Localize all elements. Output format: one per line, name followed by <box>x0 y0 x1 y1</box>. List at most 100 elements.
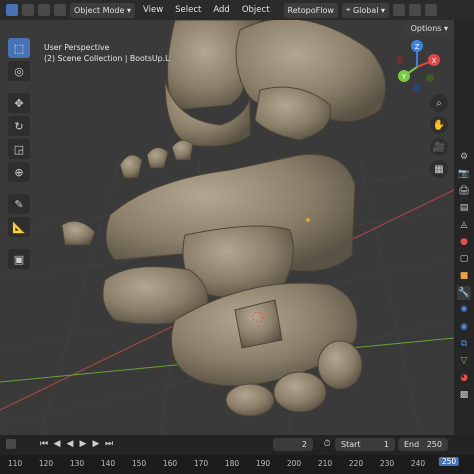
cursor-tool[interactable]: ◎ <box>8 61 30 81</box>
ruler-tick: 120 <box>38 459 54 468</box>
camera-icon[interactable]: 🎥 <box>430 138 448 156</box>
move-tool[interactable]: ✥ <box>8 93 30 113</box>
next-keyframe-icon[interactable]: ▶ <box>91 439 101 449</box>
grid-icon[interactable]: ▦ <box>430 160 448 178</box>
end-frame-marker: 250 <box>438 457 460 466</box>
crosshair-icon: ◎ <box>14 64 24 78</box>
ruler-tick: 190 <box>255 459 271 468</box>
scale-tool[interactable]: ◲ <box>8 139 30 159</box>
zoom-icon[interactable]: ⌕ <box>430 94 448 112</box>
scale-icon: ◲ <box>13 142 25 156</box>
rotate-tool[interactable]: ↻ <box>8 116 30 136</box>
pencil-icon: ✎ <box>14 197 24 211</box>
svg-text:X: X <box>432 57 437 65</box>
cube-icon: ▣ <box>13 252 25 266</box>
mode-label: Object Mode <box>74 5 125 15</box>
ruler-tick: 150 <box>131 459 147 468</box>
measure-tool[interactable]: 📐 <box>8 217 30 237</box>
render-props-icon[interactable]: 📷 <box>457 167 471 181</box>
retopoflow-label: RetopoFlow <box>287 5 334 15</box>
retopoflow-button[interactable]: RetopoFlow <box>283 2 338 18</box>
view-layer-icon[interactable]: ▤ <box>457 201 471 215</box>
play-icon[interactable]: ▶ <box>78 439 88 449</box>
move-icon: ✥ <box>14 96 24 110</box>
object-mode-dropdown[interactable]: Object Mode ▾ <box>70 2 135 18</box>
tool-shelf: ⬚ ◎ ✥ ↻ ◲ ⊕ ✎ 📐 ▣ <box>8 38 30 269</box>
stopwatch-icon[interactable]: ⏱ <box>322 439 332 449</box>
current-frame-value: 2 <box>301 439 307 449</box>
material-props-icon[interactable]: ◕ <box>457 371 471 385</box>
rotate-icon: ↻ <box>14 119 24 133</box>
hand-icon[interactable]: ✋ <box>430 116 448 134</box>
ruler-tick: 240 <box>410 459 426 468</box>
ruler-tick: 110 <box>7 459 23 468</box>
menu-view[interactable]: View <box>139 5 167 15</box>
ruler-tick: 130 <box>69 459 85 468</box>
transform-orientation-dropdown[interactable]: ⌖ Global ▾ <box>341 2 390 18</box>
object-props-icon[interactable]: ■ <box>457 269 471 283</box>
ruler-tick: 140 <box>100 459 116 468</box>
particles-props-icon[interactable]: ✺ <box>457 303 471 317</box>
current-frame-field[interactable]: 2 <box>273 437 313 451</box>
cursor-arrow-icon: ⬚ <box>13 41 25 55</box>
physics-props-icon[interactable]: ◉ <box>457 320 471 334</box>
options-label: Options <box>410 23 442 33</box>
data-props-icon[interactable]: ▽ <box>457 354 471 368</box>
orientation-icon: ⌖ <box>345 5 351 14</box>
jump-start-icon[interactable]: ⏮ <box>39 439 49 449</box>
start-frame-field[interactable]: Start 1 <box>335 437 395 451</box>
modifier-props-icon[interactable]: 🔧 <box>457 286 471 300</box>
menu-add[interactable]: Add <box>209 5 233 15</box>
subtract-mode-icon[interactable] <box>54 4 66 16</box>
frame-ruler[interactable]: 110 120 130 140 150 160 170 180 190 200 … <box>0 455 474 474</box>
add-cube-tool[interactable]: ▣ <box>8 249 30 269</box>
start-label: Start <box>341 439 361 449</box>
end-label: End <box>404 439 420 449</box>
scene-props-icon[interactable]: ◬ <box>457 218 471 232</box>
playback-controls: ⏮ ◀ ◀ ▶ ▶ ⏭ 2 ⏱ Start 1 End 250 <box>0 435 474 453</box>
jump-end-icon[interactable]: ⏭ <box>104 439 114 449</box>
collection-info: (2) Scene Collection | BootsUp.L <box>44 54 170 63</box>
properties-tabs: ⚙ 📷 🖨 ▤ ◬ ● ▢ ■ 🔧 ✺ ◉ ⧉ ▽ ◕ ▩ <box>454 20 474 435</box>
transform-tool[interactable]: ⊕ <box>8 162 30 182</box>
3d-viewport[interactable]: User Perspective (2) Scene Collection | … <box>0 20 454 435</box>
constraints-props-icon[interactable]: ⧉ <box>457 337 471 351</box>
texture-props-icon[interactable]: ▩ <box>457 388 471 402</box>
timeline-editor-icon[interactable] <box>6 439 16 449</box>
timeline-editor: ⏮ ◀ ◀ ▶ ▶ ⏭ 2 ⏱ Start 1 End 250 110 120 … <box>0 435 474 474</box>
neg-y-handle <box>426 74 434 82</box>
upper-model <box>164 20 387 147</box>
menu-object[interactable]: Object <box>238 5 274 15</box>
ruler-tick: 220 <box>348 459 364 468</box>
navigation-tools: ⌕ ✋ 🎥 ▦ <box>430 94 448 178</box>
ruler-tick: 180 <box>224 459 240 468</box>
proportional-edit-icon[interactable] <box>425 4 438 16</box>
menu-select[interactable]: Select <box>171 5 205 15</box>
prev-keyframe-icon[interactable]: ◀ <box>52 439 62 449</box>
output-props-icon[interactable]: 🖨 <box>457 184 471 198</box>
editor-type-icon[interactable] <box>6 4 18 16</box>
neg-x-handle <box>396 56 404 64</box>
world-props-icon[interactable]: ● <box>457 235 471 249</box>
viewport-header: Object Mode ▾ View Select Add Object Ret… <box>0 0 474 20</box>
play-reverse-icon[interactable]: ◀ <box>65 439 75 449</box>
ruler-tick: 200 <box>286 459 302 468</box>
ruler-tick: 210 <box>317 459 333 468</box>
options-dropdown[interactable]: Options ▾ <box>404 20 454 36</box>
extend-mode-icon[interactable] <box>38 4 50 16</box>
end-value: 250 <box>426 439 442 449</box>
select-mode-icon[interactable] <box>22 4 34 16</box>
end-frame-field[interactable]: End 250 <box>398 437 448 451</box>
svg-text:Y: Y <box>401 73 407 81</box>
navigation-gizmo[interactable]: X Z Y <box>388 38 446 96</box>
tool-props-icon[interactable]: ⚙ <box>457 150 471 164</box>
pivot-icon[interactable] <box>393 4 406 16</box>
collection-props-icon[interactable]: ▢ <box>457 252 471 266</box>
ruler-tick: 170 <box>193 459 209 468</box>
neg-z-handle <box>413 84 421 92</box>
snap-icon[interactable] <box>409 4 422 16</box>
annotate-tool[interactable]: ✎ <box>8 194 30 214</box>
select-box-tool[interactable]: ⬚ <box>8 38 30 58</box>
transform-icon: ⊕ <box>14 165 24 179</box>
start-value: 1 <box>383 439 389 449</box>
